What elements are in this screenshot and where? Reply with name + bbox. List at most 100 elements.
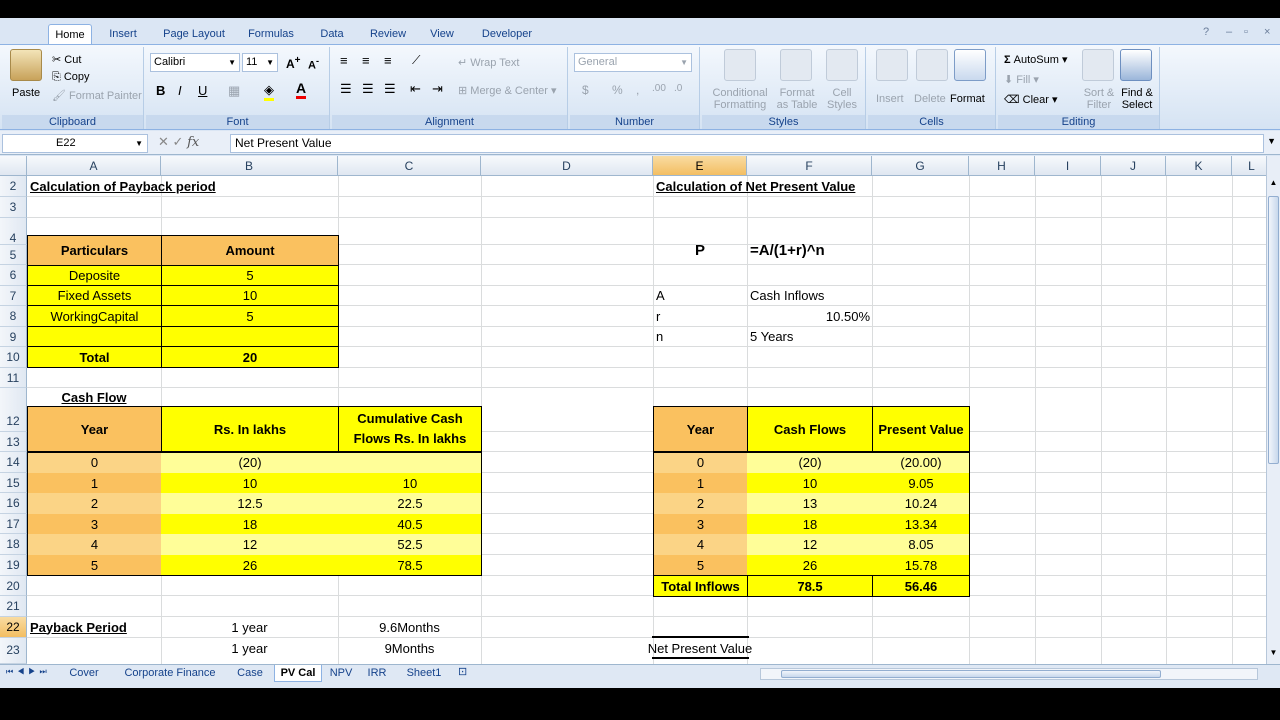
tab-review[interactable]: Review [364,24,412,44]
row-header[interactable]: 5 [0,245,27,265]
paste-icon[interactable] [10,49,42,81]
total-label[interactable]: Total [27,346,162,368]
npv-cashflow-cell[interactable]: 13 [747,493,873,514]
cf-cumulative-cell[interactable] [338,452,482,473]
sheet-tab-pv-cal[interactable]: PV Cal [274,665,322,682]
npv-year-cell[interactable]: 1 [653,473,748,493]
tab-formulas[interactable]: Formulas [242,24,300,44]
paste-button[interactable]: Paste [12,87,40,99]
format-painter-button[interactable]: 🖌 Format Painter [52,89,142,102]
minimize-icon[interactable]: – [1226,26,1232,38]
tab-view[interactable]: View [424,24,460,44]
row-header[interactable]: 23 [0,638,27,664]
cf-amount-cell[interactable]: (20) [161,452,339,473]
merge-center-button[interactable]: ⊞ Merge & Center ▾ [458,84,557,97]
currency-button[interactable]: $ [582,83,589,97]
cf-year-cell[interactable]: 1 [27,473,162,493]
italic-button[interactable]: I [178,83,182,98]
particulars-header[interactable]: Particulars [27,235,162,266]
amount-header[interactable]: Amount [161,235,339,266]
sheet-tab-sheet1[interactable]: Sheet1 [398,665,450,682]
npv-var-value[interactable]: 5 Years [747,326,872,346]
sheet-tab-corporate-finance[interactable]: Corporate Finance [114,665,226,682]
cf-amount-cell[interactable]: 12 [161,534,339,555]
align-center-icon[interactable]: ☰ [362,81,374,97]
npv-pv-cell[interactable]: 10.24 [872,493,970,514]
total-value[interactable]: 20 [161,346,339,368]
delete-cells-icon[interactable] [916,49,948,81]
vertical-scroll-thumb[interactable] [1268,196,1279,464]
cell-styles-icon[interactable] [826,49,858,81]
cf-cumulative-cell[interactable]: 78.5 [338,555,482,576]
row-header[interactable]: 8 [0,306,27,327]
cf-amount-cell[interactable]: 18 [161,514,339,534]
scroll-down-icon[interactable]: ▼ [1268,648,1279,662]
align-top-icon[interactable]: ≡ [340,53,348,68]
payback-period-year[interactable]: 1 year [161,638,338,658]
cf-year-cell[interactable]: 2 [27,493,162,514]
row-header[interactable]: 16 [0,493,27,514]
npv-total-pv[interactable]: 56.46 [872,575,970,597]
shrink-font-icon[interactable]: A- [308,56,319,72]
vertical-scrollbar[interactable]: ▲ ▼ [1266,156,1280,664]
insert-sheet-icon[interactable]: ⊡ [458,665,467,678]
cf-year-cell[interactable]: 4 [27,534,162,555]
row-header[interactable]: 13 [0,432,27,452]
cf-year-header[interactable]: Year [27,406,162,452]
npv-result-label[interactable]: Net Present Value [620,638,780,658]
col-header-g[interactable]: G [872,156,969,176]
row-header[interactable]: 15 [0,473,27,493]
cf-amount-header[interactable]: Rs. In lakhs [161,406,339,452]
row-header[interactable]: 18 [0,534,27,555]
npv-cashflow-cell[interactable]: 26 [747,555,873,576]
cf-year-cell[interactable]: 5 [27,555,162,576]
format-cells-icon[interactable] [954,49,986,81]
npv-year-cell[interactable]: 0 [653,452,748,473]
tab-home[interactable]: Home [48,24,92,44]
tab-page-layout[interactable]: Page Layout [158,24,230,44]
sheet-tab-case[interactable]: Case [232,665,268,682]
sheet-nav-arrows-icon[interactable]: ⏮◀▶⏭ [6,667,51,677]
grow-font-icon[interactable]: A+ [286,55,301,71]
row-header[interactable]: 10 [0,347,27,368]
amount-cell[interactable] [161,326,339,347]
sort-filter-icon[interactable] [1082,49,1114,81]
font-color-icon[interactable]: A [296,80,307,99]
copy-button[interactable]: ⎘ Copy [52,71,90,84]
binoculars-icon[interactable] [1120,49,1152,81]
fill-color-icon[interactable]: ◈ [264,82,274,101]
tab-data[interactable]: Data [312,24,352,44]
percent-button[interactable]: % [612,83,623,97]
col-header-h[interactable]: H [969,156,1035,176]
npv-var-key[interactable]: r [653,306,747,326]
restore-icon[interactable]: ▫ [1244,26,1248,38]
row-header[interactable]: 14 [0,452,27,473]
align-bottom-icon[interactable]: ≡ [384,53,392,68]
clear-button[interactable]: ⌫ Clear ▾ [1004,93,1058,106]
payback-title[interactable]: Calculation of Payback period [27,176,327,196]
npv-year-cell[interactable]: 4 [653,534,748,555]
row-header[interactable]: 9 [0,327,27,347]
npv-pv-cell[interactable]: 13.34 [872,514,970,534]
payback-period-label[interactable]: Payback Period [27,617,161,637]
col-header-i[interactable]: I [1035,156,1101,176]
format-as-table-icon[interactable] [780,49,812,81]
amount-cell[interactable]: 5 [161,305,339,327]
cf-cumulative-cell[interactable]: 52.5 [338,534,482,555]
particular-cell[interactable]: Fixed Assets [27,285,162,306]
row-header[interactable]: 2 [0,176,27,197]
npv-p-label[interactable]: P [653,235,747,265]
formula-input[interactable]: Net Present Value [230,134,1264,153]
npv-year-cell[interactable]: 3 [653,514,748,534]
row-header[interactable]: 7 [0,286,27,306]
col-header-e[interactable]: E [653,156,747,176]
row-header[interactable]: 3 [0,197,27,218]
cash-flow-title[interactable]: Cash Flow [27,387,161,407]
increase-decimal-icon[interactable]: .00 [652,83,666,94]
npv-pv-cell[interactable]: 9.05 [872,473,970,493]
comma-button[interactable]: , [636,83,639,97]
row-header[interactable]: 6 [0,265,27,286]
delete-cells-button[interactable]: Delete [914,93,946,105]
npv-cashflow-cell[interactable]: 12 [747,534,873,555]
npv-year-cell[interactable]: 5 [653,555,748,576]
